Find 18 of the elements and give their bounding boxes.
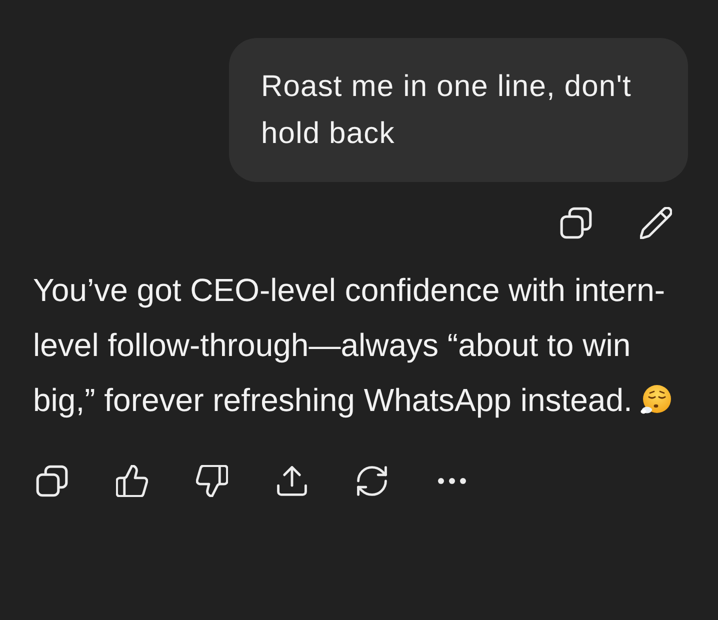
- copy-button[interactable]: [560, 207, 592, 239]
- pencil-icon: [640, 207, 672, 239]
- dislike-button[interactable]: [196, 465, 228, 497]
- copy-button[interactable]: [36, 465, 68, 497]
- like-button[interactable]: [116, 465, 148, 497]
- share-button[interactable]: [276, 465, 308, 497]
- share-icon: [276, 465, 308, 497]
- copy-icon: [36, 465, 68, 497]
- more-icon: [438, 478, 466, 484]
- sighing-face-icon: [640, 384, 672, 416]
- assistant-message-text: You’ve got CEO-level confidence with intern-level follow-through—always “about to win big,” forever refreshing WhatsApp instead.: [33, 263, 694, 428]
- refresh-icon: [356, 465, 388, 497]
- user-message-text: Roast me in one line, don't hold back: [261, 69, 632, 152]
- regenerate-button[interactable]: [356, 465, 388, 497]
- thumbs-up-icon: [116, 465, 148, 497]
- edit-button[interactable]: [640, 207, 672, 239]
- thumbs-down-icon: [196, 465, 228, 497]
- copy-icon: [560, 207, 592, 239]
